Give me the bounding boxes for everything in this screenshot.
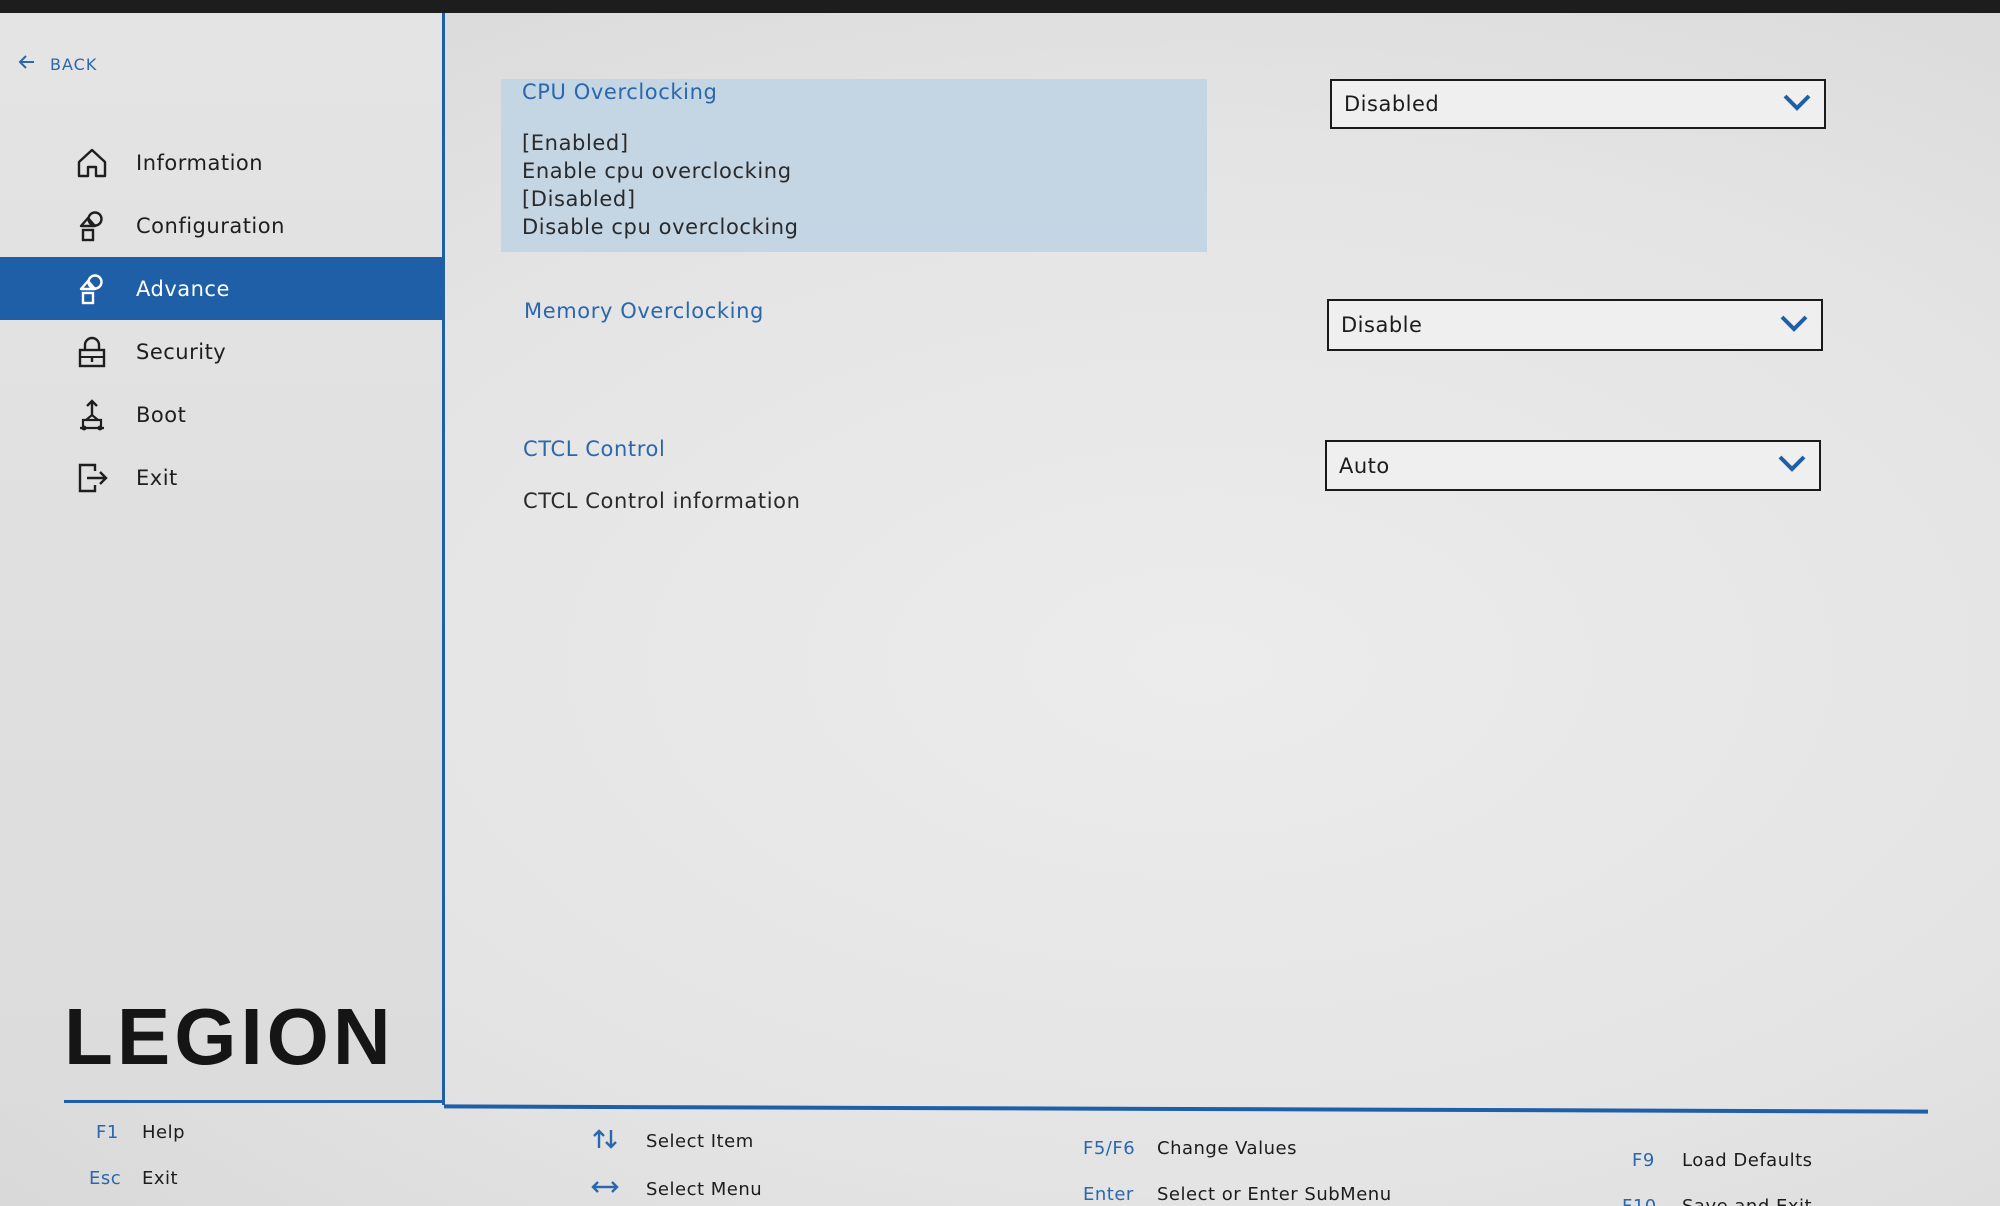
boot-icon — [74, 397, 110, 433]
sidebar-item-label: Exit — [136, 465, 178, 490]
back-button[interactable]: BACK — [18, 53, 97, 75]
dropdown-value: Disabled — [1344, 92, 1440, 116]
sidebar-item-information[interactable]: Information — [0, 131, 442, 194]
memory-overclocking-label[interactable]: Memory Overclocking — [524, 299, 764, 323]
cpu-overclocking-dropdown[interactable]: Disabled — [1330, 79, 1826, 129]
footer-divider-right — [444, 1104, 1928, 1114]
dropdown-value: Auto — [1339, 453, 1390, 478]
arrow-left-icon — [18, 53, 36, 75]
lock-icon — [74, 334, 110, 370]
left-right-arrows-icon — [590, 1176, 620, 1203]
back-label: BACK — [50, 54, 98, 74]
hint-select-submenu: Enter Select or Enter SubMenu — [1083, 1184, 1392, 1205]
hint-load-defaults: F9 Load Defaults — [1632, 1150, 1813, 1171]
advance-icon — [74, 271, 110, 307]
help-line: [Enabled] — [522, 131, 629, 155]
configuration-icon — [74, 208, 110, 244]
hint-change-values: F5/F6 Change Values — [1083, 1138, 1297, 1159]
up-down-arrows-icon — [590, 1128, 620, 1155]
hint-label: Help — [142, 1122, 186, 1143]
memory-overclocking-dropdown[interactable]: Disable — [1327, 299, 1823, 351]
hint-label: Save and Exit — [1682, 1196, 1812, 1206]
sidebar-item-exit[interactable]: Exit — [0, 446, 442, 509]
exit-icon — [74, 460, 110, 496]
footer-divider-left — [64, 1100, 444, 1103]
hint-select-menu: Select Menu — [590, 1176, 762, 1203]
help-line: CTCL Control information — [523, 489, 801, 513]
sidebar-item-security[interactable]: Security — [0, 320, 442, 383]
hint-label: Change Values — [1157, 1138, 1297, 1159]
sidebar-item-advance[interactable]: Advance — [0, 257, 442, 320]
hint-key: F10 — [1622, 1196, 1682, 1206]
chevron-down-icon — [1779, 313, 1809, 338]
sidebar-item-label: Information — [136, 150, 264, 175]
sidebar-item-label: Advance — [136, 276, 230, 301]
dropdown-value: Disable — [1341, 313, 1423, 337]
sidebar-item-configuration[interactable]: Configuration — [0, 194, 442, 257]
chevron-down-icon — [1782, 92, 1812, 117]
legion-logo: LEGION — [64, 992, 395, 1081]
top-bezel — [0, 0, 2000, 13]
sidebar-item-label: Boot — [136, 402, 187, 427]
chevron-down-icon — [1777, 453, 1807, 478]
sidebar-nav: Information Configuration Advance Securi… — [0, 131, 442, 509]
hint-key: F1 — [96, 1122, 119, 1143]
hint-label: Exit — [142, 1168, 179, 1189]
hint-exit: Esc Exit — [89, 1168, 178, 1189]
sidebar: BACK Information Configuration Advance S… — [0, 13, 442, 1103]
cpu-overclocking-label[interactable]: CPU Overclocking — [522, 80, 717, 104]
hint-label: Select or Enter SubMenu — [1157, 1184, 1392, 1205]
help-line: Disable cpu overclocking — [522, 215, 799, 239]
hint-select-item: Select Item — [590, 1128, 754, 1155]
ctcl-control-label[interactable]: CTCL Control — [523, 437, 665, 461]
hint-key: Enter — [1083, 1184, 1134, 1205]
help-line: [Disabled] — [522, 187, 636, 211]
hint-key: F5/F6 — [1083, 1138, 1136, 1159]
hint-key: Esc — [89, 1168, 122, 1189]
hint-key: F9 — [1632, 1150, 1655, 1171]
ctcl-control-help: CTCL Control information — [523, 487, 800, 515]
hint-label: Select Menu — [646, 1179, 763, 1200]
sidebar-item-label: Security — [136, 339, 227, 364]
ctcl-control-dropdown[interactable]: Auto — [1325, 440, 1821, 491]
sidebar-item-label: Configuration — [136, 213, 285, 238]
hint-help: F1 Help — [96, 1122, 185, 1143]
help-line: Enable cpu overclocking — [522, 159, 792, 183]
hint-label: Load Defaults — [1682, 1150, 1813, 1171]
sidebar-item-boot[interactable]: Boot — [0, 383, 442, 446]
bios-screen: BACK Information Configuration Advance S… — [0, 0, 2000, 1206]
home-icon — [74, 145, 110, 181]
cpu-overclocking-help: [Enabled] Enable cpu overclocking [Disab… — [522, 129, 799, 241]
hint-save-exit: F10 Save and Exit — [1622, 1196, 1812, 1206]
hint-label: Select Item — [646, 1131, 754, 1152]
settings-panel: CPU Overclocking [Enabled] Enable cpu ov… — [445, 13, 2000, 1103]
